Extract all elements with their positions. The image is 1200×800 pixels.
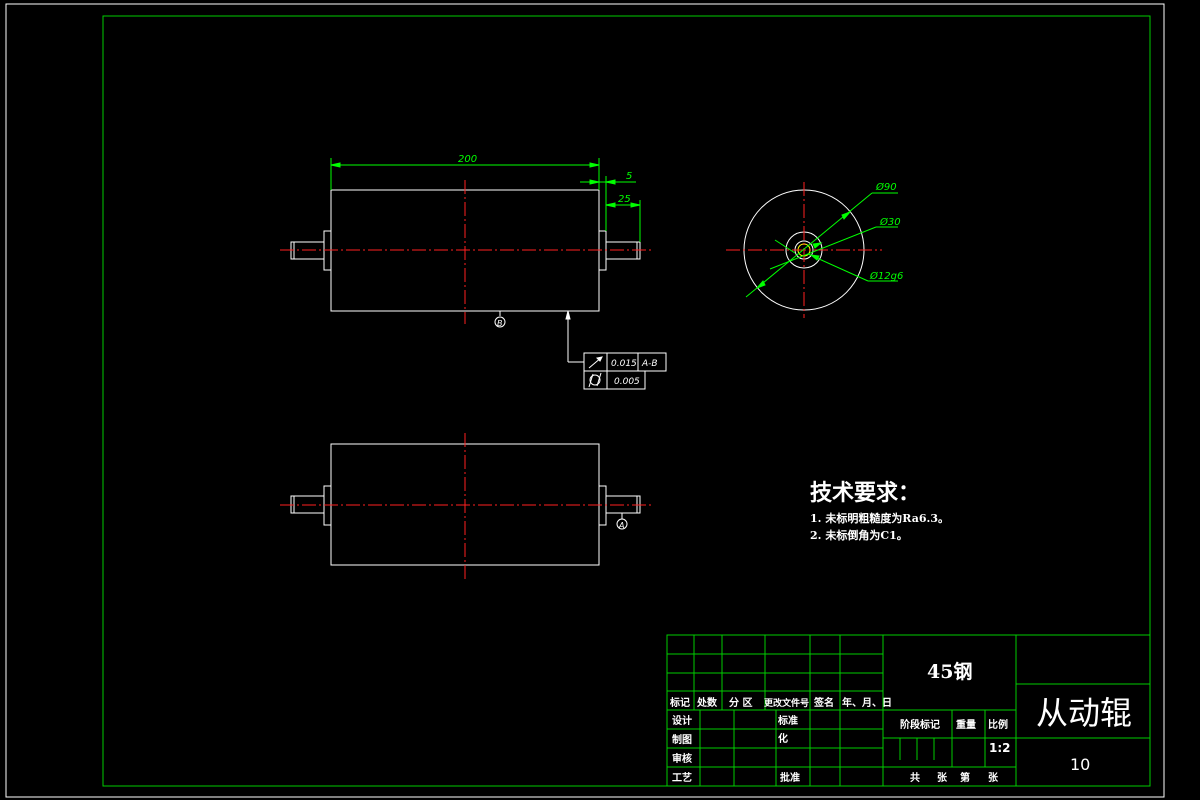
dim-200-label: 200	[458, 154, 477, 165]
sheet-number: 10	[1070, 755, 1090, 774]
part-name: 从动辊	[1036, 694, 1132, 732]
dim-200-arrow-left	[330, 162, 341, 168]
inner-border	[102, 15, 1151, 787]
header-mark: 标记	[669, 696, 690, 709]
header-signature: 签名	[813, 696, 834, 709]
material-label: 45钢	[927, 661, 972, 683]
row-design: 设计	[672, 714, 692, 727]
ratio-label: 比例	[988, 718, 1008, 731]
dim-12-ext	[774, 239, 796, 254]
dim-5-arrow-right	[605, 179, 616, 185]
sheet-label2: 张	[988, 771, 999, 784]
bottom-centerlines	[280, 433, 652, 580]
weight-label: 重量	[956, 718, 976, 731]
header-change-doc: 更改文件号	[764, 697, 809, 709]
dim-25-label: 25	[618, 194, 631, 205]
title-block-text: 标记 处数 分 区 更改文件号 签名 年、月、日 设计 标准 化 制图 审核 工…	[669, 661, 1132, 784]
leader-arrow	[565, 310, 571, 320]
tol-row1-value: 0.015	[611, 359, 637, 369]
tech-req-title: 技术要求：	[810, 480, 920, 506]
header-zone: 分 区	[729, 696, 752, 709]
dim-30-arrow	[812, 242, 823, 249]
tech-req-item2: 2. 未标倒角为C1。	[810, 528, 908, 542]
row-approve: 批准	[780, 771, 800, 784]
dim-90-arrow-a	[756, 280, 766, 289]
dim-30-label: Ø30	[879, 216, 901, 228]
front-dimensions	[330, 158, 641, 242]
sheet-no-label: 第	[960, 771, 970, 784]
side-centerlines	[726, 182, 882, 318]
header-count: 处数	[696, 696, 718, 709]
cad-drawing-canvas: 200 5 25 B 0.015 A-B 0.005 Ø90 Ø30 Ø12g6…	[5, 3, 1165, 798]
dim-25-arrow-left	[605, 202, 616, 208]
dim-90-leader	[745, 192, 873, 298]
datum-a-label: A	[618, 521, 624, 530]
row-draw: 制图	[672, 733, 692, 746]
dim-25-arrow-right	[630, 202, 641, 208]
row-review: 审核	[672, 752, 692, 765]
tol-row2-value: 0.005	[614, 377, 640, 387]
stage-mark-label: 阶段标记	[900, 718, 940, 731]
datum-b-label: B	[497, 319, 503, 328]
row-standardize-2: 化	[778, 732, 788, 745]
dim-90-label: Ø90	[875, 181, 897, 193]
dim-12-label: Ø12g6	[869, 270, 903, 282]
dim-200-arrow-right	[589, 162, 600, 168]
row-standardize-1: 标准	[777, 714, 798, 727]
dim-5-arrow-left	[589, 179, 600, 185]
tolerance-leader	[565, 310, 584, 363]
outer-border	[5, 3, 1165, 798]
row-process: 工艺	[672, 771, 692, 784]
cylindricity-icon	[588, 372, 602, 388]
sheets-label: 张	[937, 771, 948, 784]
tol-row1-datum: A-B	[641, 359, 658, 369]
tech-req-item1: 1. 未标明粗糙度为Ra6.3。	[810, 511, 949, 525]
circular-runout-icon	[588, 356, 603, 369]
front-centerlines	[280, 180, 652, 324]
header-date: 年、月、日	[842, 696, 892, 709]
dim-90-arrow-b	[841, 211, 851, 220]
dim-12-arrow	[809, 254, 820, 261]
sheets-total-label: 共	[910, 771, 920, 784]
scale-value: 1:2	[989, 741, 1011, 755]
dim-5-label: 5	[626, 171, 632, 182]
